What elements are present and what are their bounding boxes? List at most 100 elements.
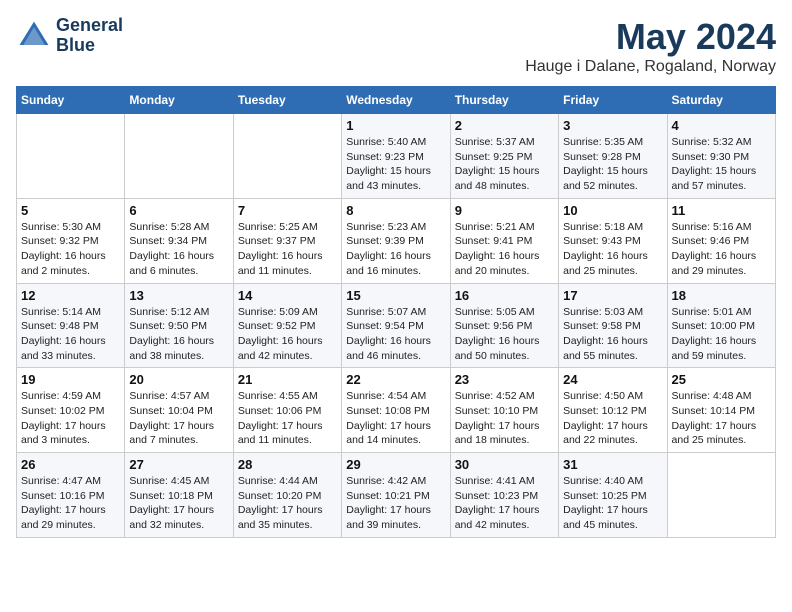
day-info: Sunrise: 5:09 AM Sunset: 9:52 PM Dayligh… xyxy=(238,305,337,364)
day-info: Sunrise: 5:32 AM Sunset: 9:30 PM Dayligh… xyxy=(672,135,771,194)
day-number: 25 xyxy=(672,372,771,387)
day-info: Sunrise: 5:35 AM Sunset: 9:28 PM Dayligh… xyxy=(563,135,662,194)
day-info: Sunrise: 5:21 AM Sunset: 9:41 PM Dayligh… xyxy=(455,220,554,279)
logo-text: General Blue xyxy=(56,16,123,56)
calendar-week-row: 19Sunrise: 4:59 AM Sunset: 10:02 PM Dayl… xyxy=(17,368,776,453)
day-number: 22 xyxy=(346,372,445,387)
day-number: 1 xyxy=(346,118,445,133)
calendar-table: SundayMondayTuesdayWednesdayThursdayFrid… xyxy=(16,86,776,538)
day-number: 31 xyxy=(563,457,662,472)
calendar-cell: 29Sunrise: 4:42 AM Sunset: 10:21 PM Dayl… xyxy=(342,453,450,538)
day-info: Sunrise: 4:45 AM Sunset: 10:18 PM Daylig… xyxy=(129,474,228,533)
calendar-cell: 30Sunrise: 4:41 AM Sunset: 10:23 PM Dayl… xyxy=(450,453,558,538)
calendar-cell: 20 Sunrise: 4:57 AM Sunset: 10:04 PM Dayl… xyxy=(125,368,233,453)
day-number: 27 xyxy=(129,457,228,472)
calendar-cell: 12 Sunrise: 5:14 AM Sunset: 9:48 PM Dayli… xyxy=(17,283,125,368)
calendar-cell xyxy=(17,114,125,199)
day-number: 26 xyxy=(21,457,120,472)
day-number: 9 xyxy=(455,203,554,218)
day-number: 8 xyxy=(346,203,445,218)
calendar-cell: 17 Sunrise: 5:03 AM Sunset: 9:58 PM Dayli… xyxy=(559,283,667,368)
day-info: Sunrise: 4:55 AM Sunset: 10:06 PM Daylig… xyxy=(238,389,337,448)
day-info: Sunrise: 4:52 AM Sunset: 10:10 PM Daylig… xyxy=(455,389,554,448)
day-number: 10 xyxy=(563,203,662,218)
day-number: 24 xyxy=(563,372,662,387)
calendar-cell xyxy=(125,114,233,199)
day-info: Sunrise: 5:03 AM Sunset: 9:58 PM Dayligh… xyxy=(563,305,662,364)
calendar-cell xyxy=(667,453,775,538)
day-number: 6 xyxy=(129,203,228,218)
calendar-header-row: SundayMondayTuesdayWednesdayThursdayFrid… xyxy=(17,87,776,114)
calendar-cell xyxy=(233,114,341,199)
month-year: May 2024 xyxy=(525,16,776,58)
day-header-tuesday: Tuesday xyxy=(233,87,341,114)
day-info: Sunrise: 5:37 AM Sunset: 9:25 PM Dayligh… xyxy=(455,135,554,194)
day-info: Sunrise: 5:40 AM Sunset: 9:23 PM Dayligh… xyxy=(346,135,445,194)
day-info: Sunrise: 5:14 AM Sunset: 9:48 PM Dayligh… xyxy=(21,305,120,364)
calendar-cell: 15 Sunrise: 5:07 AM Sunset: 9:54 PM Dayli… xyxy=(342,283,450,368)
day-info: Sunrise: 5:16 AM Sunset: 9:46 PM Dayligh… xyxy=(672,220,771,279)
location: Hauge i Dalane, Rogaland, Norway xyxy=(525,58,776,76)
calendar-cell: 19Sunrise: 4:59 AM Sunset: 10:02 PM Dayl… xyxy=(17,368,125,453)
calendar-cell: 7 Sunrise: 5:25 AM Sunset: 9:37 PM Daylig… xyxy=(233,198,341,283)
day-number: 15 xyxy=(346,288,445,303)
day-info: Sunrise: 5:07 AM Sunset: 9:54 PM Dayligh… xyxy=(346,305,445,364)
calendar-cell: 27 Sunrise: 4:45 AM Sunset: 10:18 PM Dayl… xyxy=(125,453,233,538)
calendar-cell: 14 Sunrise: 5:09 AM Sunset: 9:52 PM Dayli… xyxy=(233,283,341,368)
calendar-cell: 4Sunrise: 5:32 AM Sunset: 9:30 PM Daylig… xyxy=(667,114,775,199)
day-number: 7 xyxy=(238,203,337,218)
day-info: Sunrise: 4:44 AM Sunset: 10:20 PM Daylig… xyxy=(238,474,337,533)
day-header-friday: Friday xyxy=(559,87,667,114)
day-info: Sunrise: 4:54 AM Sunset: 10:08 PM Daylig… xyxy=(346,389,445,448)
calendar-cell: 25 Sunrise: 4:48 AM Sunset: 10:14 PM Dayl… xyxy=(667,368,775,453)
calendar-cell: 21 Sunrise: 4:55 AM Sunset: 10:06 PM Dayl… xyxy=(233,368,341,453)
day-number: 21 xyxy=(238,372,337,387)
day-number: 18 xyxy=(672,288,771,303)
day-number: 20 xyxy=(129,372,228,387)
calendar-cell: 23 Sunrise: 4:52 AM Sunset: 10:10 PM Dayl… xyxy=(450,368,558,453)
day-number: 5 xyxy=(21,203,120,218)
day-header-monday: Monday xyxy=(125,87,233,114)
day-number: 23 xyxy=(455,372,554,387)
calendar-cell: 26Sunrise: 4:47 AM Sunset: 10:16 PM Dayl… xyxy=(17,453,125,538)
day-header-sunday: Sunday xyxy=(17,87,125,114)
day-number: 28 xyxy=(238,457,337,472)
calendar-cell: 22 Sunrise: 4:54 AM Sunset: 10:08 PM Dayl… xyxy=(342,368,450,453)
day-info: Sunrise: 5:28 AM Sunset: 9:34 PM Dayligh… xyxy=(129,220,228,279)
calendar-cell: 11 Sunrise: 5:16 AM Sunset: 9:46 PM Dayli… xyxy=(667,198,775,283)
calendar-week-row: 26Sunrise: 4:47 AM Sunset: 10:16 PM Dayl… xyxy=(17,453,776,538)
day-info: Sunrise: 5:23 AM Sunset: 9:39 PM Dayligh… xyxy=(346,220,445,279)
day-number: 14 xyxy=(238,288,337,303)
day-info: Sunrise: 4:42 AM Sunset: 10:21 PM Daylig… xyxy=(346,474,445,533)
day-header-saturday: Saturday xyxy=(667,87,775,114)
day-info: Sunrise: 4:41 AM Sunset: 10:23 PM Daylig… xyxy=(455,474,554,533)
day-number: 3 xyxy=(563,118,662,133)
logo: General Blue xyxy=(16,16,123,56)
day-number: 12 xyxy=(21,288,120,303)
calendar-cell: 8 Sunrise: 5:23 AM Sunset: 9:39 PM Daylig… xyxy=(342,198,450,283)
day-header-thursday: Thursday xyxy=(450,87,558,114)
calendar-week-row: 1 Sunrise: 5:40 AM Sunset: 9:23 PM Daylig… xyxy=(17,114,776,199)
day-info: Sunrise: 5:12 AM Sunset: 9:50 PM Dayligh… xyxy=(129,305,228,364)
calendar-cell: 2Sunrise: 5:37 AM Sunset: 9:25 PM Daylig… xyxy=(450,114,558,199)
day-info: Sunrise: 5:01 AM Sunset: 10:00 PM Daylig… xyxy=(672,305,771,364)
day-info: Sunrise: 4:57 AM Sunset: 10:04 PM Daylig… xyxy=(129,389,228,448)
title-block: May 2024 Hauge i Dalane, Rogaland, Norwa… xyxy=(525,16,776,76)
calendar-cell: 1 Sunrise: 5:40 AM Sunset: 9:23 PM Daylig… xyxy=(342,114,450,199)
day-info: Sunrise: 4:48 AM Sunset: 10:14 PM Daylig… xyxy=(672,389,771,448)
logo-line2: Blue xyxy=(56,35,95,55)
day-number: 17 xyxy=(563,288,662,303)
day-info: Sunrise: 4:40 AM Sunset: 10:25 PM Daylig… xyxy=(563,474,662,533)
calendar-cell: 9 Sunrise: 5:21 AM Sunset: 9:41 PM Daylig… xyxy=(450,198,558,283)
calendar-week-row: 5 Sunrise: 5:30 AM Sunset: 9:32 PM Daylig… xyxy=(17,198,776,283)
day-info: Sunrise: 4:50 AM Sunset: 10:12 PM Daylig… xyxy=(563,389,662,448)
day-number: 11 xyxy=(672,203,771,218)
calendar-cell: 13Sunrise: 5:12 AM Sunset: 9:50 PM Dayli… xyxy=(125,283,233,368)
page-header: General Blue May 2024 Hauge i Dalane, Ro… xyxy=(16,16,776,76)
day-info: Sunrise: 5:30 AM Sunset: 9:32 PM Dayligh… xyxy=(21,220,120,279)
calendar-week-row: 12 Sunrise: 5:14 AM Sunset: 9:48 PM Dayli… xyxy=(17,283,776,368)
calendar-cell: 24 Sunrise: 4:50 AM Sunset: 10:12 PM Dayl… xyxy=(559,368,667,453)
calendar-cell: 18 Sunrise: 5:01 AM Sunset: 10:00 PM Dayl… xyxy=(667,283,775,368)
day-info: Sunrise: 5:25 AM Sunset: 9:37 PM Dayligh… xyxy=(238,220,337,279)
calendar-cell: 28 Sunrise: 4:44 AM Sunset: 10:20 PM Dayl… xyxy=(233,453,341,538)
